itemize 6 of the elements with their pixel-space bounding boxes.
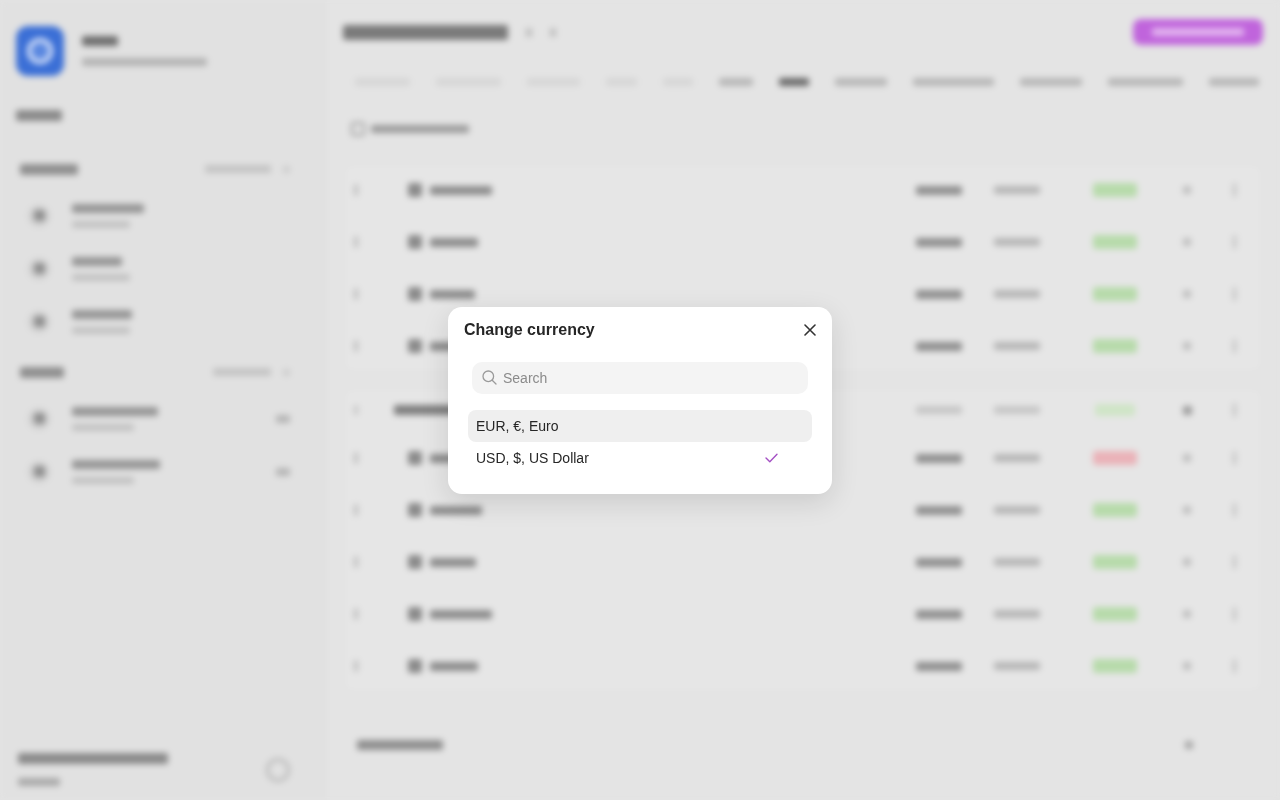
dialog-title: Change currency	[464, 319, 595, 340]
search-icon	[482, 370, 497, 385]
search-field[interactable]: Search	[472, 361, 808, 394]
check-icon	[765, 452, 778, 463]
close-icon	[804, 323, 816, 336]
currency-option[interactable]: EUR, €, Euro	[468, 409, 812, 442]
